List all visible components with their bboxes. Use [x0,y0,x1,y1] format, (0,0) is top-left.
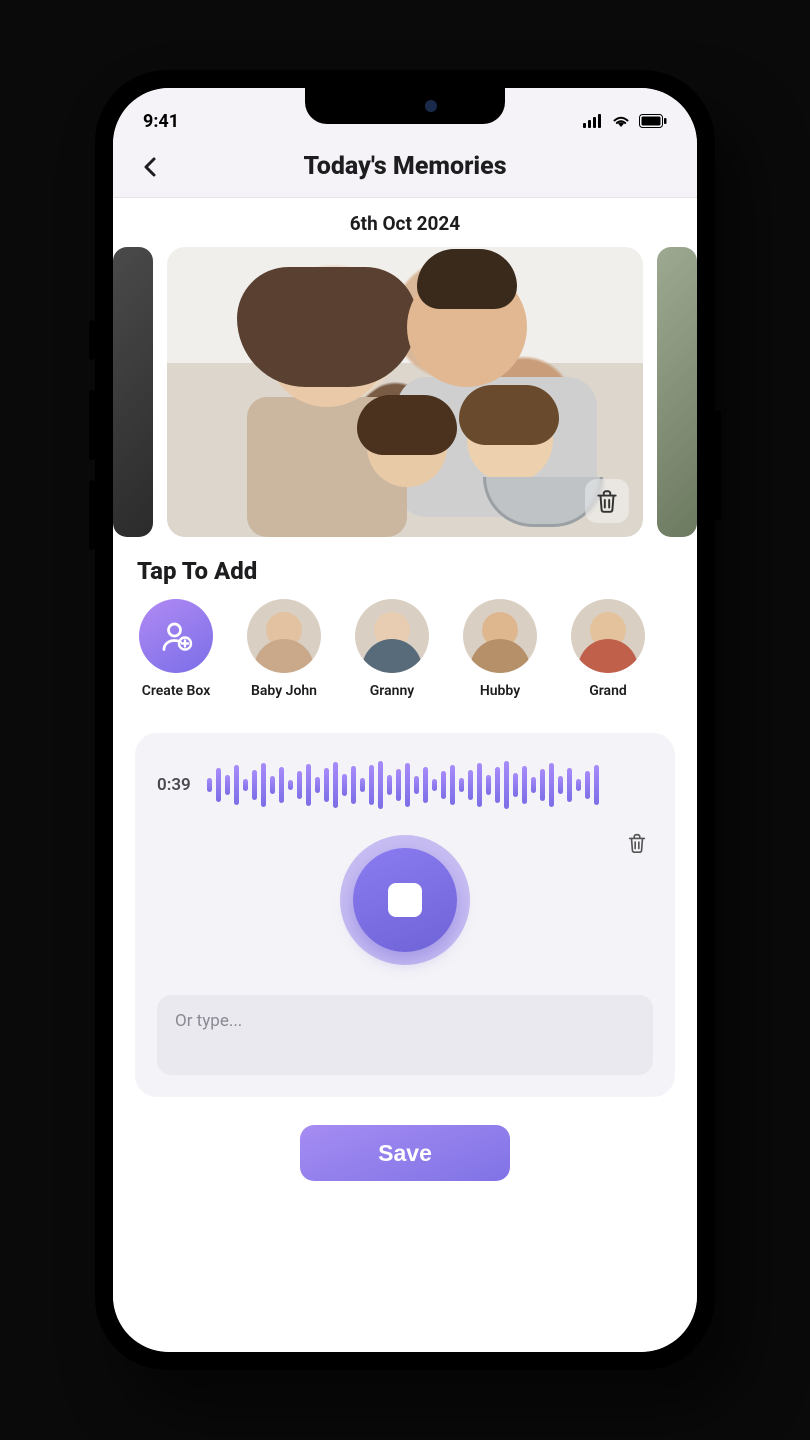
phone-frame: 9:41 Today's Memories 6th Oct 2024 [95,70,715,1370]
box-label: Hubby [480,683,520,699]
box-item[interactable]: Grand [567,599,649,699]
family-photo-illustration [167,247,643,537]
chevron-left-icon [143,157,157,177]
box-item[interactable]: Hubby [459,599,541,699]
wifi-icon [611,113,631,132]
section-title: Tap To Add [113,537,697,599]
box-item[interactable]: Baby John [243,599,325,699]
save-button[interactable]: Save [300,1125,510,1181]
note-placeholder: Or type... [175,1011,242,1031]
date-label: 6th Oct 2024 [113,198,697,247]
box-list: Create Box Baby John Granny Hubby Grand [113,599,697,699]
avatar[interactable] [355,599,429,673]
phone-notch [305,88,505,124]
stop-record-button[interactable] [353,848,457,952]
cellular-icon [583,113,603,132]
delete-recording-button[interactable] [621,827,653,859]
avatar[interactable] [463,599,537,673]
stop-icon [388,883,422,917]
box-label: Grand [589,683,627,699]
phone-side-button [715,410,721,520]
delete-photo-button[interactable] [585,479,629,523]
photo-carousel[interactable] [113,247,697,537]
note-input[interactable]: Or type... [157,995,653,1075]
phone-side-button [89,320,95,360]
box-label: Create Box [142,683,211,699]
trash-icon [594,488,620,514]
record-button-ring [340,835,470,965]
box-item[interactable]: Granny [351,599,433,699]
avatar[interactable] [247,599,321,673]
page-title: Today's Memories [303,152,506,181]
box-label: Granny [370,683,414,699]
phone-side-button [89,480,95,550]
carousel-next-photo[interactable] [657,247,697,537]
recorder-card: 0:39 Or type... [135,733,675,1097]
back-button[interactable] [135,152,165,182]
create-box-item[interactable]: Create Box [135,599,217,699]
create-box-avatar[interactable] [139,599,213,673]
recording-time: 0:39 [157,775,191,795]
header: Today's Memories [113,136,697,198]
person-add-icon [158,618,194,654]
trash-icon [626,832,648,854]
box-label: Baby John [251,683,317,699]
carousel-prev-photo[interactable] [113,247,153,537]
avatar[interactable] [571,599,645,673]
waveform [207,759,653,811]
battery-icon [639,113,667,132]
carousel-current-photo[interactable] [167,247,643,537]
phone-side-button [89,390,95,460]
status-time: 9:41 [143,111,179,132]
